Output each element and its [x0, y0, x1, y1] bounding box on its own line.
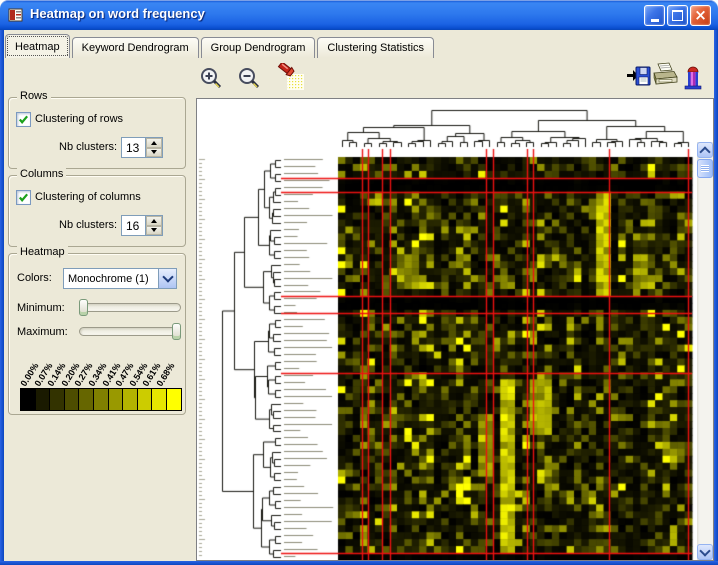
exit-button[interactable]: [681, 62, 705, 90]
clustering-of-rows-label: Clustering of rows: [35, 113, 123, 125]
print-icon: [650, 61, 680, 91]
app-window: Heatmap on word frequency × Heatmap Keywo…: [0, 0, 718, 565]
rows-nb-clusters-spinner[interactable]: 13: [121, 137, 163, 158]
color-scale-labels: 0.00%0.07%0.14%0.20%0.27%0.34%0.41%0.47%…: [23, 339, 185, 388]
scale-swatch: [93, 388, 109, 411]
tab-label: Heatmap: [15, 41, 60, 53]
title-bar[interactable]: Heatmap on word frequency ×: [0, 0, 718, 30]
zoom-out-button[interactable]: [237, 66, 263, 92]
window-border-bottom: [0, 561, 718, 565]
color-scale: [21, 388, 182, 411]
scale-swatch: [35, 388, 51, 411]
scroll-down-button[interactable]: [697, 544, 713, 560]
window-title: Heatmap on word frequency: [30, 6, 205, 21]
highlight-icon: [277, 63, 309, 93]
zoom-in-icon: [199, 66, 225, 92]
check-icon: [18, 192, 29, 203]
spin-down-icon: [151, 228, 157, 232]
heatmap-groupbox-title: Heatmap: [17, 246, 68, 258]
columns-spin-up-button[interactable]: [146, 216, 162, 226]
minimize-icon: [651, 19, 659, 22]
scale-swatch: [49, 388, 65, 411]
scale-swatch: [108, 388, 124, 411]
clustering-of-columns-checkbox[interactable]: [16, 190, 31, 205]
close-icon: ×: [694, 8, 707, 23]
zoom-out-icon: [237, 66, 263, 92]
colors-dropdown-button[interactable]: [158, 269, 176, 288]
colors-dropdown-value: Monochrome (1): [64, 269, 158, 288]
print-button[interactable]: [650, 61, 680, 91]
heatmap-groupbox: Heatmap Colors: Monochrome (1) Minimum: …: [8, 253, 186, 415]
rows-groupbox-title: Rows: [17, 90, 51, 102]
tab-group-dendrogram[interactable]: Group Dendrogram: [201, 37, 316, 58]
export-image-button[interactable]: [626, 64, 652, 90]
exit-icon: [681, 62, 705, 90]
tab-clustering-statistics[interactable]: Clustering Statistics: [317, 37, 434, 58]
scale-swatch: [151, 388, 167, 411]
rows-nb-clusters-value: 13: [122, 138, 145, 157]
columns-nb-clusters-label: Nb clusters:: [59, 219, 117, 231]
maximum-slider-thumb[interactable]: [172, 323, 181, 340]
window-border-right: [714, 30, 718, 565]
columns-groupbox: Columns Clustering of columns Nb cluster…: [8, 175, 186, 247]
export-image-icon: [626, 64, 652, 90]
maximize-button[interactable]: [667, 5, 688, 26]
minimum-slider-track[interactable]: [79, 303, 181, 312]
scale-swatch: [122, 388, 138, 411]
chevron-up-icon: [699, 146, 710, 157]
tab-strip: Heatmap Keyword Dendrogram Group Dendrogra…: [5, 33, 436, 58]
tab-label: Clustering Statistics: [327, 42, 424, 54]
rows-spin-down-button[interactable]: [146, 148, 162, 158]
tab-label: Group Dendrogram: [211, 42, 306, 54]
maximum-slider-track[interactable]: [79, 327, 181, 336]
clustering-of-columns-label: Clustering of columns: [35, 191, 141, 203]
scrollbar-grip: [701, 165, 709, 172]
rows-groupbox: Rows Clustering of rows Nb clusters: 13: [8, 97, 186, 169]
scale-swatch: [64, 388, 80, 411]
scale-swatch: [78, 388, 94, 411]
chevron-down-icon: [699, 545, 710, 556]
scrollbar-thumb[interactable]: [697, 159, 713, 178]
colors-label: Colors:: [17, 272, 52, 284]
tab-label: Keyword Dendrogram: [82, 42, 189, 54]
tab-keyword-dendrogram[interactable]: Keyword Dendrogram: [72, 37, 199, 58]
minimum-slider-thumb[interactable]: [79, 299, 88, 316]
visualization-panel: [196, 98, 714, 561]
app-icon: [8, 7, 24, 23]
window-border-left: [0, 30, 4, 565]
check-icon: [18, 114, 29, 125]
scale-swatch: [20, 388, 36, 411]
scale-swatch: [166, 388, 182, 411]
columns-nb-clusters-value: 16: [122, 216, 145, 235]
rows-nb-clusters-label: Nb clusters:: [59, 141, 117, 153]
columns-nb-clusters-spinner[interactable]: 16: [121, 215, 163, 236]
columns-groupbox-title: Columns: [17, 168, 66, 180]
minimize-button[interactable]: [644, 5, 665, 26]
tab-heatmap[interactable]: Heatmap: [5, 34, 70, 58]
vertical-scrollbar[interactable]: [697, 142, 713, 560]
columns-spin-down-button[interactable]: [146, 226, 162, 236]
maximize-icon: [672, 10, 683, 21]
spin-up-icon: [151, 219, 157, 223]
highlight-button[interactable]: [277, 63, 309, 93]
scale-swatch: [137, 388, 153, 411]
rows-spin-up-button[interactable]: [146, 138, 162, 148]
maximum-label: Maximum:: [17, 326, 68, 338]
zoom-in-button[interactable]: [199, 66, 225, 92]
minimum-label: Minimum:: [17, 302, 65, 314]
heatmap-visualization[interactable]: [197, 99, 697, 560]
clustering-of-rows-checkbox[interactable]: [16, 112, 31, 127]
close-button[interactable]: ×: [690, 5, 711, 26]
scroll-up-button[interactable]: [697, 142, 713, 158]
colors-dropdown[interactable]: Monochrome (1): [63, 268, 177, 289]
spin-up-icon: [151, 141, 157, 145]
spin-down-icon: [151, 150, 157, 154]
chevron-down-icon: [162, 271, 173, 282]
